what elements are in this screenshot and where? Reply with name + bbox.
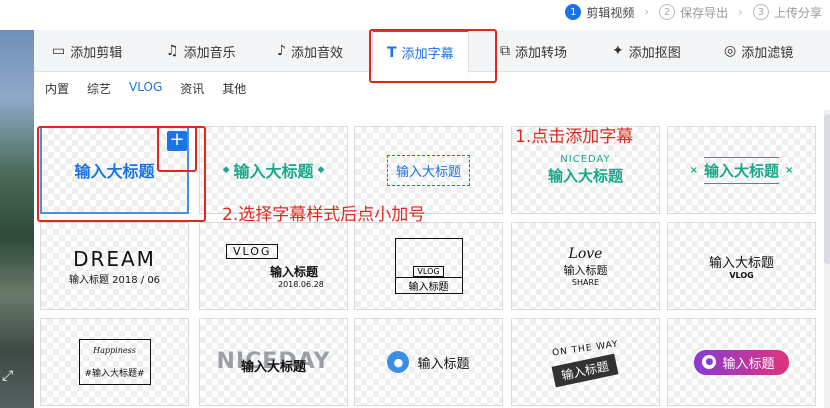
music-icon: ♫ (166, 43, 179, 59)
progress-steps: 1 剪辑视频 › 2 保存导出 › 3 上传分享 (34, 0, 830, 24)
close-mark-icon: × (689, 164, 698, 176)
highlight-box-plus (157, 126, 197, 172)
step-number: 1 (565, 4, 582, 20)
magic-wand-icon: ✦ (612, 43, 624, 59)
annotation-step2: 2.选择字幕样式后点小加号 (222, 205, 426, 225)
category-variety[interactable]: 综艺 (87, 80, 111, 97)
template-subtext: DREAM (73, 246, 156, 271)
subtitle-template[interactable]: Happiness #输入大标题# (40, 318, 189, 406)
step-label: 保存导出 (680, 5, 729, 20)
step-number: 3 (752, 4, 769, 20)
template-text: 输入大标题 (240, 360, 306, 375)
subtitle-categories: 内置 综艺 VLOG 资讯 其他 (45, 80, 246, 97)
template-text: 输入标题 (395, 277, 462, 293)
video-icon: ▭ (52, 43, 66, 59)
filter-icon: ◎ (724, 43, 737, 59)
editor-window: ⤢ 1 剪辑视频 › 2 保存导出 › 3 上传分享 ▭ 添加剪辑 ♫ 添加音乐… (0, 0, 830, 408)
template-subtext: VLOG (226, 243, 279, 259)
step-separator-icon: › (738, 5, 743, 19)
subtitle-template[interactable]: VLOG 输入标题 (354, 222, 503, 310)
template-tag: SHARE (571, 277, 600, 287)
tab-add-transition[interactable]: ⧉ 添加转场 (500, 30, 567, 72)
tab-add-sound-effect[interactable]: ♪ 添加音效 (277, 30, 343, 72)
template-text: 输入标题 (68, 274, 109, 286)
tab-label: 添加音乐 (183, 45, 236, 61)
close-mark-icon: × (785, 164, 794, 176)
template-text: 输入标题 (563, 263, 608, 277)
template-date: 2018 / 06 (112, 274, 161, 286)
tab-label: 添加剪辑 (70, 45, 123, 61)
annotation-step1: 1.点击添加字幕 (515, 127, 634, 147)
template-text: 输入大标题 (703, 156, 779, 184)
tab-add-clip[interactable]: ▭ 添加剪辑 (52, 30, 122, 72)
step-number: 2 (659, 4, 676, 20)
transition-icon: ⧉ (500, 43, 510, 59)
step-save-export[interactable]: 2 保存导出 (659, 4, 728, 21)
tab-label: 添加滤镜 (741, 45, 794, 61)
template-subtext: Happiness (93, 345, 136, 355)
subtitle-template[interactable]: DREAM 输入标题 2018 / 06 (40, 222, 189, 310)
template-text: 输入大标题 (386, 154, 470, 186)
tab-label: 添加抠图 (628, 45, 681, 61)
category-news[interactable]: 资讯 (180, 80, 204, 97)
subtitle-template[interactable]: VLOG 输入标题 2018.06.28 (199, 222, 348, 310)
template-text: 输入大标题 (547, 167, 623, 185)
template-text: 输入大标题 (233, 162, 314, 181)
scrollbar[interactable] (824, 110, 830, 408)
template-tag: VLOG (729, 271, 754, 280)
subtitle-template[interactable]: Love 输入标题 SHARE (511, 222, 660, 310)
step-upload-share[interactable]: 3 上传分享 (752, 4, 822, 21)
tab-label: 添加转场 (515, 45, 568, 61)
tab-add-music[interactable]: ♫ 添加音乐 (166, 30, 236, 72)
template-subtext: VLOG (413, 266, 444, 277)
step-separator-icon: › (644, 5, 650, 19)
video-preview-strip: ⤢ (0, 30, 34, 408)
location-pin-icon: ● (702, 355, 717, 369)
tab-add-filter[interactable]: ◎ 添加滤镜 (724, 30, 793, 72)
template-text: 输入标题 (722, 356, 775, 372)
subtitle-template[interactable]: ON THE WAY 输入标题 (511, 318, 660, 406)
diamond-icon: ◆ (317, 165, 325, 175)
template-text: 输入大标题 (708, 256, 774, 271)
template-subtext: Love (568, 245, 603, 262)
category-builtin[interactable]: 内置 (45, 80, 69, 97)
subtitle-template[interactable]: ● 输入标题 (354, 318, 503, 406)
subtitle-template[interactable]: × 输入大标题 × (667, 126, 816, 214)
tab-add-cutout[interactable]: ✦ 添加抠图 (612, 30, 681, 72)
template-date: 2018.06.28 (278, 279, 324, 289)
template-subtext: NICEDAY (560, 154, 611, 165)
step-edit-video[interactable]: 1 剪辑视频 (565, 4, 634, 21)
tab-label: 添加音效 (290, 45, 343, 61)
sound-effect-icon: ♪ (277, 43, 286, 59)
step-label: 上传分享 (773, 5, 822, 20)
scrollbar-thumb[interactable] (824, 114, 830, 264)
location-pin-icon: ● (387, 351, 410, 373)
category-other[interactable]: 其他 (222, 80, 246, 97)
subtitle-template[interactable]: NICEDAY 输入大标题 (199, 318, 348, 406)
template-text: 输入标题 (417, 356, 470, 372)
step-label: 剪辑视频 (586, 5, 635, 20)
subtitle-template[interactable]: 输入大标题 VLOG (667, 222, 816, 310)
diamond-icon: ◆ (222, 165, 230, 175)
category-vlog[interactable]: VLOG (129, 80, 162, 97)
subtitle-template[interactable]: ● 输入标题 (667, 318, 816, 406)
highlight-box-subtitle-tab (369, 29, 497, 83)
template-text: 输入标题 (552, 353, 619, 387)
expand-arrow-icon[interactable]: ⤢ (2, 368, 13, 384)
template-text: 输入标题 (270, 264, 319, 279)
template-text: #输入大标题# (84, 368, 145, 379)
